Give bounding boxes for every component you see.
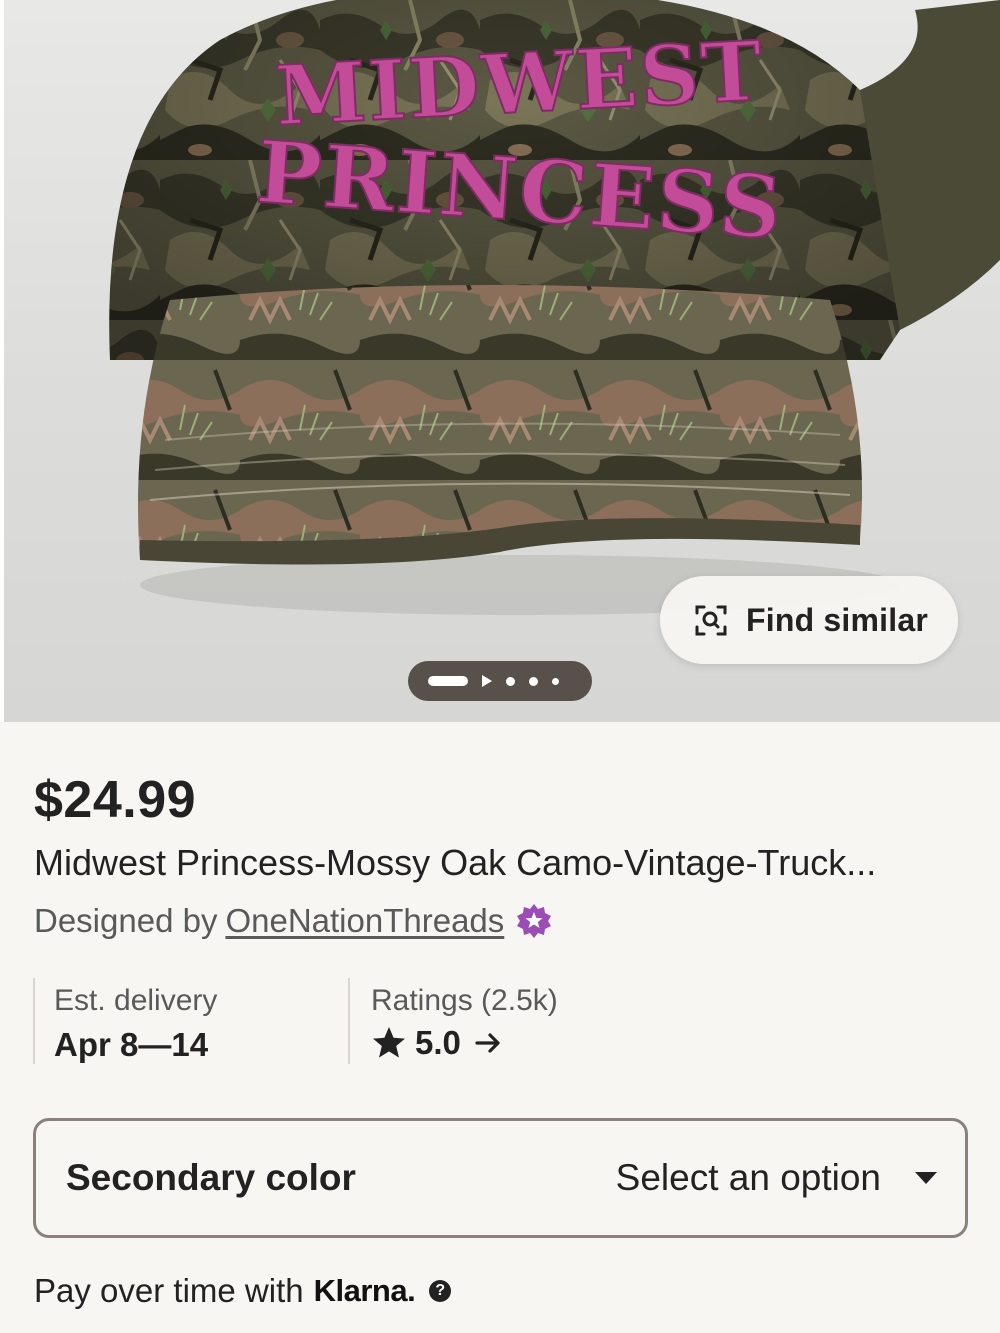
ratings-link[interactable]: 5.0 [371, 1024, 503, 1062]
delivery-label: Est. delivery [54, 984, 218, 1017]
delivery-date: Apr 8—14 [54, 1026, 209, 1063]
secondary-color-select[interactable]: Secondary color Select an option [33, 1118, 968, 1238]
klarna-row: Pay over time with Klarna. ? [34, 1272, 452, 1310]
product-page: MIDWEST PRINCESS Find similar $24.99 Mid… [0, 0, 1000, 1333]
designed-by-prefix: Designed by [34, 902, 218, 939]
image-pager[interactable] [408, 661, 592, 701]
star-seller-icon [517, 904, 552, 938]
pager-active-indicator [428, 676, 468, 686]
image-search-icon [695, 605, 727, 636]
pager-dot[interactable] [552, 677, 559, 685]
price: $24.99 [34, 771, 197, 829]
select-value: Select an option [615, 1157, 881, 1198]
question-icon[interactable]: ? [429, 1280, 452, 1302]
find-similar-button[interactable]: Find similar [660, 576, 958, 664]
listing-title: Midwest Princess-Mossy Oak Camo-Vintage-… [34, 842, 877, 883]
shop-name-link[interactable]: OneNationThreads [225, 902, 504, 940]
ratings-label: Ratings (2.5k) [371, 984, 558, 1017]
arrow-right-icon [475, 1033, 500, 1053]
pay-over-time-text: Pay over time with [34, 1272, 304, 1309]
designer-line: Designed by OneNationThreads [34, 902, 552, 940]
caret-down-icon [915, 1172, 937, 1184]
rating-value: 5.0 [415, 1024, 461, 1061]
find-similar-label: Find similar [746, 601, 928, 638]
product-image-gallery[interactable]: MIDWEST PRINCESS Find similar [0, 0, 1000, 722]
pager-dot[interactable] [506, 676, 515, 686]
select-label: Secondary color [66, 1157, 356, 1198]
divider [348, 978, 350, 1064]
star-icon [373, 1027, 405, 1058]
klarna-logo: Klarna. [313, 1273, 416, 1308]
image-edge [0, 0, 4, 722]
divider [33, 978, 35, 1064]
pager-dot[interactable] [529, 676, 538, 686]
play-icon [482, 675, 492, 687]
